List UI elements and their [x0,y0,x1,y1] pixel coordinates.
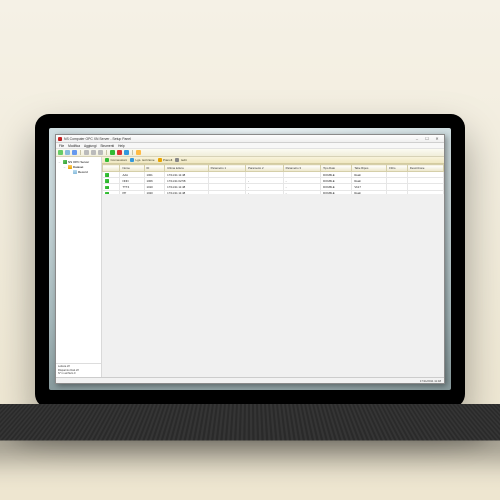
copy-icon[interactable] [91,150,96,155]
minimize-button[interactable]: – [412,135,422,142]
toolbar [56,149,444,157]
cut-icon[interactable] [84,150,89,155]
fields-btn[interactable]: Iedit [175,158,186,162]
laptop-base [10,408,490,426]
laptop-bezel: NS Computer OPC XN Server - Setup Panel … [35,114,465,408]
grid-header-row: NomeIDUltima letturaParametro 1Parametro… [103,165,444,172]
column-header[interactable]: Nome [120,165,144,172]
column-header[interactable]: Parametro 1 [208,165,245,172]
statusbar-right: 17/11/2011 11:48 [420,379,441,383]
toolbar-separator [132,150,133,155]
status-row: N° in archivio 0 [58,372,99,376]
menu-item-file[interactable]: File [59,144,64,148]
help-icon[interactable] [136,150,141,155]
column-header[interactable]: Parametro 2 [246,165,283,172]
fields-btn-icon [175,158,179,162]
server-icon [63,160,67,164]
status-icon [105,173,109,177]
column-header[interactable]: ID [144,165,165,172]
toolbar-separator [80,150,81,155]
column-header[interactable]: Tabe Ripos [352,165,387,172]
tree-node-label: NS OPC Server [68,160,89,164]
refresh-icon[interactable] [124,150,129,155]
sidebar: –NS OPC Server–DatasetRecord Lettura off… [56,157,102,377]
tree-node-label: Dataset [73,165,83,169]
tree-node-label: Record [78,170,88,174]
column-header[interactable]: Tipo Dato [321,165,352,172]
placement-btn[interactable]: Pianoft [158,158,173,162]
close-button[interactable]: ✕ [432,135,442,142]
toolbar-separator [106,150,107,155]
expander-icon[interactable]: – [63,165,66,169]
expander-icon[interactable]: – [58,160,61,164]
responses-btn[interactable]: Lgs. iscrizione [130,158,155,162]
stop-icon[interactable] [117,150,122,155]
connections-btn[interactable]: Connessioni [105,158,127,162]
status-icon [105,186,109,190]
responses-btn-icon [130,158,134,162]
folder-icon [68,165,72,169]
status-icon [105,179,109,183]
menu-item-help[interactable]: Help [118,144,125,148]
main-toolbar: Connessioni Lgs. iscrizione Pianoft Iedit [102,157,444,164]
workspace: –NS OPC Server–DatasetRecord Lettura off… [56,157,444,377]
open-icon[interactable] [65,150,70,155]
button-label: Iedit [181,158,187,162]
connections-btn-icon [105,158,109,162]
column-header[interactable] [103,165,120,172]
column-header[interactable]: Ultima lettura [165,165,209,172]
window-controls: – ☐ ✕ [412,135,442,142]
save-icon[interactable] [72,150,77,155]
new-icon[interactable] [58,150,63,155]
sidebar-status: Lettura offRisparmio Dati offN° in archi… [56,363,101,377]
doc-icon [73,170,77,174]
statusbar: 17/11/2011 11:48 [56,377,444,383]
button-label: Pianoft [163,158,172,162]
button-label: Connessioni [111,158,128,162]
column-header[interactable]: Parametro 3 [283,165,320,172]
grid-empty-area [102,194,444,377]
tree-node[interactable]: Record [58,169,99,174]
menu-item-modifica[interactable]: Modifica [68,144,80,148]
main-panel: Connessioni Lgs. iscrizione Pianoft Iedit N… [102,157,444,377]
window-title: NS Computer OPC XN Server - Setup Panel [64,137,410,141]
menu-item-strumenti[interactable]: Strumenti [100,144,114,148]
laptop-mockup: NS Computer OPC XN Server - Setup Panel … [35,114,465,426]
paste-icon[interactable] [98,150,103,155]
start-icon[interactable] [110,150,115,155]
app-icon [58,137,62,141]
laptop-screen: NS Computer OPC XN Server - Setup Panel … [49,128,451,390]
placement-btn-icon [158,158,162,162]
button-label: Lgs. iscrizione [136,158,155,162]
column-header[interactable]: Filtro [387,165,408,172]
app-window: NS Computer OPC XN Server - Setup Panel … [55,134,445,384]
menu-item-aggiungi[interactable]: Aggiungi [84,144,96,148]
titlebar: NS Computer OPC XN Server - Setup Panel … [56,135,444,143]
grid-area: NomeIDUltima letturaParametro 1Parametro… [102,164,444,377]
maximize-button[interactable]: ☐ [422,135,432,142]
tree-view[interactable]: –NS OPC Server–DatasetRecord [56,157,101,363]
column-header[interactable]: Descrizione [407,165,443,172]
